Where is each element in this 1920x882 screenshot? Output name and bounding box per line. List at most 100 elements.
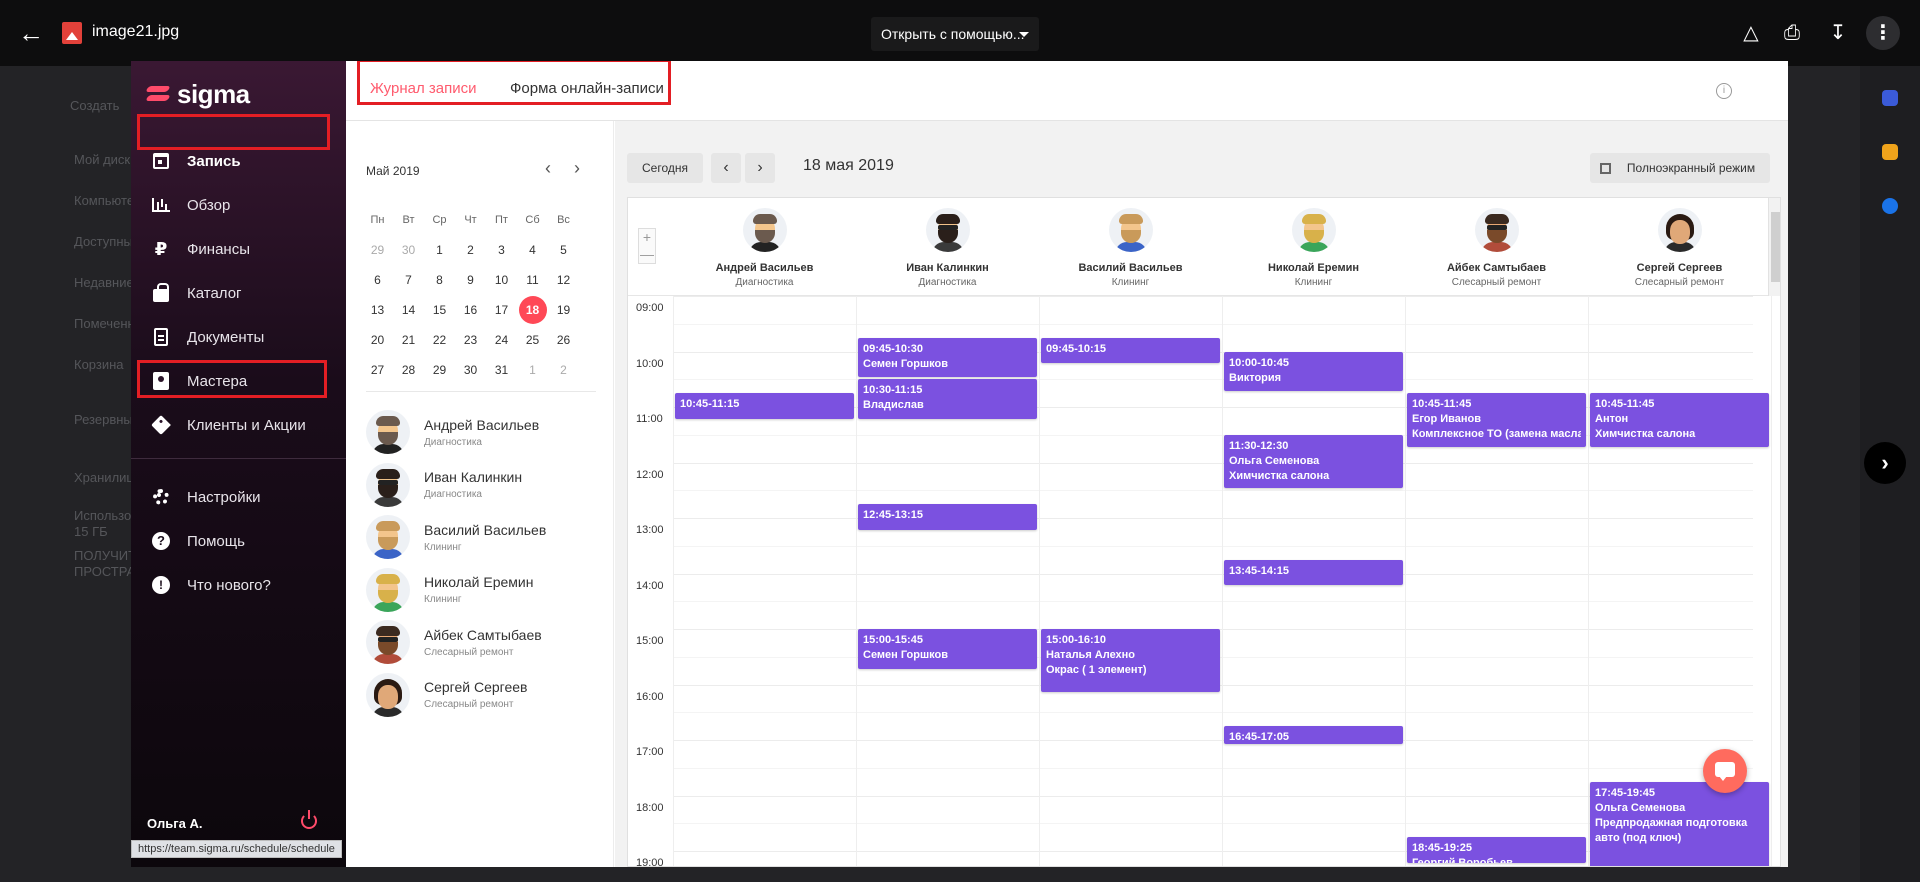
appointment-event[interactable]: 10:45-11:45 Егор Иванов Комплексное ТО (за… (1407, 393, 1586, 447)
calendar-day[interactable]: 16 (455, 295, 486, 325)
master-list-item[interactable]: Андрей Васильев Диагностика (366, 407, 596, 457)
resource-column-header[interactable]: Андрей Васильев Диагностика (673, 198, 856, 296)
master-list-item[interactable]: Василий Васильев Клининг (366, 512, 596, 562)
appointment-event[interactable]: 12:45-13:15 (858, 504, 1037, 530)
calendar-day[interactable]: 3 (486, 235, 517, 265)
calendar-day[interactable]: 14 (393, 295, 424, 325)
calendar-day[interactable]: 7 (393, 265, 424, 295)
calendar-day[interactable]: 20 (362, 325, 393, 355)
calendar-day[interactable]: 21 (393, 325, 424, 355)
master-list-item[interactable]: Айбек Самтыбаев Слесарный ремонт (366, 617, 596, 667)
calendar-day[interactable]: 26 (548, 325, 579, 355)
sigma-logo[interactable]: sigma (147, 79, 250, 109)
back-arrow-icon[interactable]: ← (18, 20, 44, 46)
calendar-day[interactable]: 2 (548, 355, 579, 385)
appointment-event[interactable]: 16:45-17:05 (1224, 726, 1403, 745)
tab-online-form[interactable]: Форма онлайн-записи (510, 80, 664, 107)
calendar-day[interactable]: 11 (517, 265, 548, 295)
today-button[interactable]: Сегодня (627, 153, 703, 183)
more-vert-icon[interactable]: ⋮ (1866, 16, 1900, 50)
download-icon[interactable]: ↧ (1825, 20, 1851, 46)
open-with-button[interactable]: Открыть с помощью... (871, 17, 1039, 51)
prev-month-icon[interactable]: ‹ (539, 159, 557, 177)
appointment-event[interactable]: 09:45-10:30 Семен Горшков (858, 337, 1037, 378)
calendar-day[interactable]: 27 (362, 355, 393, 385)
master-list-item[interactable]: Сергей Сергеев Слесарный ремонт (366, 670, 596, 720)
appointment-event[interactable]: 09:45-10:15 (1041, 337, 1220, 364)
calendar-day[interactable]: 22 (424, 325, 455, 355)
appointment-event[interactable]: 15:00-15:45 Семен Горшков (858, 629, 1037, 669)
sidebar-item-klienty[interactable]: Клиенты и Акции (131, 405, 346, 445)
scroll-thumb[interactable] (1771, 212, 1780, 282)
resource-column-header[interactable]: Сергей Сергеев Слесарный ремонт (1588, 198, 1771, 296)
resource-column-header[interactable]: Николай Еремин Клининг (1222, 198, 1405, 296)
sidebar-item-nastroyki[interactable]: Настройки (131, 477, 346, 517)
calendar-day[interactable]: 2 (455, 235, 486, 265)
drive-add-icon[interactable]: △ (1738, 20, 1764, 46)
resource-column-header[interactable]: Иван Калинкин Диагностика (856, 198, 1039, 296)
calendar-day[interactable]: 12 (548, 265, 579, 295)
calendar-day[interactable]: 25 (517, 325, 548, 355)
calendar-day[interactable]: 30 (455, 355, 486, 385)
calendar-day[interactable]: 6 (362, 265, 393, 295)
current-user[interactable]: Ольга А. (147, 816, 202, 831)
sidebar-item-finansy[interactable]: ₽ Финансы (131, 229, 346, 269)
sidebar-item-dokumenty[interactable]: Документы (131, 317, 346, 357)
calendar-day[interactable]: 24 (486, 325, 517, 355)
sidebar-item-whats-new[interactable]: Что нового? (131, 565, 346, 605)
sidebar-item-pomoshch[interactable]: ? Помощь (131, 521, 346, 561)
calendar-day[interactable]: 13 (362, 295, 393, 325)
calendar-day[interactable]: 17 (486, 295, 517, 325)
appointment-event[interactable]: 13:45-14:15 (1224, 559, 1403, 586)
appointment-event[interactable]: 10:00-10:45 Виктория (1224, 351, 1403, 392)
calendar-day[interactable]: 9 (455, 265, 486, 295)
info-icon[interactable]: i (1716, 83, 1732, 99)
fullscreen-button[interactable]: Полноэкранный режим (1590, 153, 1770, 183)
resource-column-header[interactable]: Василий Васильев Клининг (1039, 198, 1222, 296)
calendar-day[interactable]: 31 (486, 355, 517, 385)
master-list-item[interactable]: Николай Еремин Клининг (366, 565, 596, 615)
calendar-day[interactable]: 28 (393, 355, 424, 385)
sidebar-item-mastera[interactable]: Мастера (131, 361, 346, 401)
appointment-event[interactable]: 10:30-11:15 Владислав (858, 379, 1037, 419)
calendar-day[interactable]: 5 (548, 235, 579, 265)
logout-power-icon[interactable] (301, 810, 317, 829)
calendar-day[interactable]: 10 (486, 265, 517, 295)
calendar-day[interactable]: 1 (424, 235, 455, 265)
calendar-day[interactable]: 29 (362, 235, 393, 265)
calendar-day[interactable]: 8 (424, 265, 455, 295)
next-day-icon[interactable]: › (745, 153, 775, 183)
calendar-day[interactable]: 18 (517, 295, 548, 325)
tasks-app-icon[interactable] (1882, 198, 1898, 214)
tab-zhurnal[interactable]: Журнал записи (370, 80, 477, 107)
calendar-day[interactable]: 30 (393, 235, 424, 265)
chat-bubble-icon[interactable] (1703, 749, 1747, 793)
next-file-icon[interactable]: › (1864, 442, 1906, 484)
prev-day-icon[interactable]: ‹ (711, 153, 741, 183)
calendar-day[interactable]: 23 (455, 325, 486, 355)
next-month-icon[interactable]: › (568, 159, 586, 177)
master-list-item[interactable]: Иван Калинкин Диагностика (366, 460, 596, 510)
resource-column-header[interactable]: Айбек Самтыбаев Слесарный ремонт (1405, 198, 1588, 296)
sidebar-item-zapis[interactable]: Запись (131, 141, 346, 181)
header-scrollbar[interactable] (1768, 198, 1780, 296)
sidebar-item-obzor[interactable]: Обзор (131, 185, 346, 225)
appointment-event[interactable]: 11:30-12:30 Ольга Семенова Химчистка салон… (1224, 434, 1403, 489)
print-icon[interactable]: ⎙ (1779, 20, 1805, 46)
calendar-day[interactable]: 15 (424, 295, 455, 325)
appointment-event[interactable]: 15:00-16:10 Наталья Алехно Окрас ( 1 элеме… (1041, 629, 1220, 692)
appointment-event[interactable]: 10:45-11:45 Антон Химчистка салона (1590, 393, 1769, 447)
sidebar-item-katalog[interactable]: Каталог (131, 273, 346, 313)
calendar-day[interactable]: 4 (517, 235, 548, 265)
calendar-app-icon[interactable] (1882, 90, 1898, 106)
calendar-day[interactable]: 29 (424, 355, 455, 385)
appointment-event[interactable]: 18:45-19:25Георгий Воробьев (1407, 837, 1586, 863)
keep-app-icon[interactable] (1882, 144, 1898, 160)
appointment-event[interactable]: 10:45-11:15 (675, 393, 854, 419)
zoom-out-icon[interactable]: — (639, 246, 655, 263)
zoom-in-icon[interactable]: + (639, 229, 655, 246)
zoom-control[interactable]: + — (638, 228, 656, 264)
calendar-day[interactable]: 19 (548, 295, 579, 325)
calendar-day[interactable]: 1 (517, 355, 548, 385)
appointment-event[interactable]: 17:45-19:45 Ольга Семенова Предпродажная п… (1590, 781, 1769, 866)
